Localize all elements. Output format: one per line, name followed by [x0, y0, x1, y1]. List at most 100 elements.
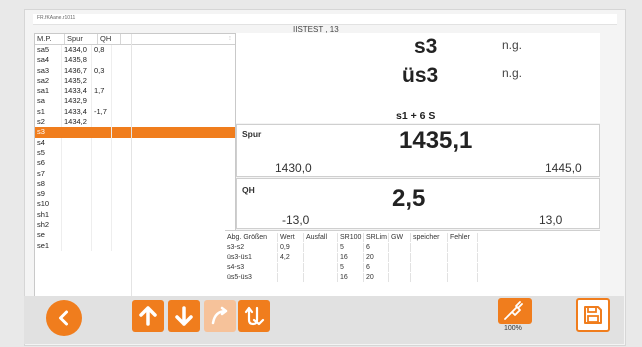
- table-row[interactable]: s5: [35, 147, 235, 159]
- cell-spur: 1433,4: [62, 86, 92, 97]
- table-row[interactable]: sa 1432,9: [35, 96, 235, 107]
- table-row[interactable]: s7: [35, 168, 235, 179]
- table-row[interactable]: sh2: [35, 220, 235, 231]
- table-row[interactable]: s2 1434,2: [35, 117, 235, 128]
- qh-box: QH 2,5 -13,0 13,0: [236, 178, 600, 229]
- table-row[interactable]: s3: [35, 127, 235, 138]
- cell-qh: [92, 147, 112, 159]
- cell-qh: 0,3: [92, 65, 112, 76]
- table-row[interactable]: sa4 1435,8: [35, 55, 235, 66]
- cell-speicher: [411, 263, 448, 272]
- cell-spur: 1435,8: [62, 55, 92, 66]
- cell-srlim: 20: [364, 273, 389, 282]
- arrow-down-icon: [175, 306, 193, 326]
- table-row[interactable]: sh1: [35, 209, 235, 221]
- cell-abg: üs5-üs3: [225, 273, 278, 282]
- spur-max: 1445,0: [545, 161, 582, 175]
- cell-qh: -1,7: [92, 106, 112, 118]
- table-row[interactable]: se1: [35, 240, 235, 251]
- spur-min: 1430,0: [275, 161, 312, 175]
- qh-label: QH: [242, 185, 255, 195]
- chevron-left-icon: [59, 310, 68, 326]
- table-row[interactable]: sa1 1433,4 1,7: [35, 86, 235, 97]
- table-row[interactable]: sa3 1436,7 0,3: [35, 65, 235, 76]
- redo-button[interactable]: [204, 300, 236, 332]
- move-up-button[interactable]: [132, 300, 164, 332]
- cell-sr100: 5: [338, 263, 364, 272]
- connection-button[interactable]: [498, 298, 532, 324]
- cell-wert: [278, 273, 304, 282]
- cell-srlim: 20: [364, 253, 389, 262]
- cell-ausfall: [304, 243, 338, 252]
- header-spur: Spur: [65, 34, 98, 44]
- table-row[interactable]: sa2 1435,2: [35, 75, 235, 87]
- cell-mp: sa4: [35, 55, 62, 66]
- bottom-toolbar: [24, 296, 624, 344]
- status-panel: s3 n.g. üs3 n.g. s1 + 6 S: [236, 33, 600, 123]
- cell-mp: sa2: [35, 75, 62, 87]
- cell-qh: [92, 220, 112, 231]
- table-row[interactable]: s6: [35, 158, 235, 169]
- table-row[interactable]: üs5-üs3 16 20: [225, 273, 478, 282]
- cell-mp: s1: [35, 106, 62, 118]
- cell-mp: s8: [35, 178, 62, 190]
- cell-ausfall: [304, 263, 338, 272]
- cell-qh: 0,8: [92, 45, 112, 56]
- cell-mp: sa3: [35, 65, 62, 76]
- cell-qh: [92, 199, 112, 210]
- header-sr100: SR100: [338, 233, 364, 242]
- cell-gw: [389, 253, 411, 262]
- point-state: n.g.: [502, 38, 523, 52]
- back-button[interactable]: [46, 300, 82, 336]
- table-row[interactable]: s1 1433,4 -1,7: [35, 106, 235, 118]
- cell-wert: 4,2: [278, 253, 304, 262]
- derived-quantities-table[interactable]: Abg. Größen Wert Ausfall SR100 SRLim GW …: [225, 230, 600, 296]
- move-down-button[interactable]: [168, 300, 200, 332]
- cell-sr100: 16: [338, 273, 364, 282]
- spur-label: Spur: [242, 129, 262, 139]
- cell-abg: s4-s3: [225, 263, 278, 272]
- spur-box: Spur 1435,1 1430,0 1445,0: [236, 124, 600, 177]
- cell-spur: 1436,7: [62, 65, 92, 76]
- cell-spur: 1434,0: [62, 45, 92, 56]
- zoom-level: 100%: [504, 325, 522, 332]
- table-row[interactable]: se: [35, 230, 235, 241]
- cell-spur: [62, 178, 92, 190]
- table-row[interactable]: s3-s2 0,9 5 6: [225, 243, 478, 252]
- derived-table-header: Abg. Größen Wert Ausfall SR100 SRLim GW …: [225, 233, 478, 242]
- header-mp: M.P.: [35, 34, 65, 44]
- cell-fehler: [448, 253, 478, 262]
- cell-wert: 0,9: [278, 243, 304, 252]
- swap-button[interactable]: [238, 300, 270, 332]
- cell-spur: [62, 230, 92, 241]
- table-row[interactable]: s10: [35, 199, 235, 210]
- cell-spur: [62, 147, 92, 159]
- plug-icon: [504, 301, 523, 320]
- table-row[interactable]: s4-s3 5 6: [225, 263, 478, 272]
- cell-fehler: [448, 263, 478, 272]
- cell-ausfall: [304, 253, 338, 262]
- measurement-point-table[interactable]: M.P. Spur QH sa5 1434,0 0,8 sa4 1435,8 sa3 143…: [34, 33, 236, 306]
- scroll-indicator[interactable]: ⁝: [229, 35, 233, 43]
- table-row[interactable]: s9: [35, 189, 235, 200]
- table-row[interactable]: sa5 1434,0 0,8: [35, 45, 235, 56]
- save-button[interactable]: [576, 298, 610, 332]
- header-gw: GW: [389, 233, 411, 242]
- cell-qh: [92, 55, 112, 66]
- curved-arrow-icon: [211, 306, 228, 325]
- table-row[interactable]: s4: [35, 137, 235, 148]
- table-body: sa5 1434,0 0,8 sa4 1435,8 sa3 1436,7 0,3 sa2 1435…: [35, 45, 235, 251]
- table-row[interactable]: s8: [35, 178, 235, 190]
- cell-wert: [278, 263, 304, 272]
- cell-mp: s7: [35, 168, 62, 179]
- cell-speicher: [411, 273, 448, 282]
- cell-qh: [92, 178, 112, 190]
- qh-min: -13,0: [282, 213, 310, 227]
- cell-mp: s3: [35, 127, 112, 138]
- table-row[interactable]: üs3-üs1 4,2 16 20: [225, 253, 478, 262]
- cell-spur: [62, 240, 92, 251]
- cell-mp: s2: [35, 117, 62, 128]
- cell-mp: sa5: [35, 45, 62, 56]
- cell-spur: 1435,2: [62, 75, 92, 87]
- cell-mp: s9: [35, 189, 62, 200]
